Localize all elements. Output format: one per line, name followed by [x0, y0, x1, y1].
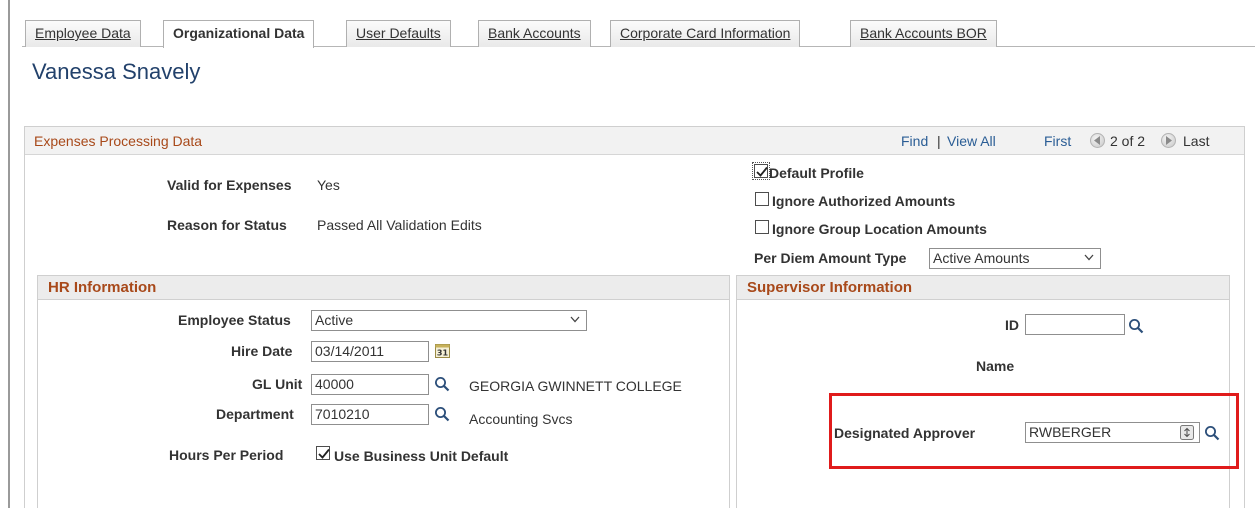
gl-unit-description: GEORGIA GWINNETT COLLEGE — [469, 378, 682, 394]
view-all-link[interactable]: View All — [947, 133, 996, 149]
gl-unit-label: GL Unit — [252, 376, 303, 392]
tab-employee-data[interactable]: Employee Data — [25, 20, 141, 47]
chevron-down-icon — [570, 316, 580, 323]
nav-separator: | — [937, 133, 941, 149]
tab-bank-accounts-bor[interactable]: Bank Accounts BOR — [850, 20, 997, 47]
hire-date-input[interactable]: 03/14/2011 — [311, 341, 429, 362]
hr-information-title: HR Information — [48, 279, 157, 296]
right-arrow-icon — [1166, 136, 1172, 145]
supervisor-id-search-icon[interactable] — [1128, 318, 1144, 334]
department-description: Accounting Svcs — [469, 411, 573, 427]
checkmark-icon — [756, 166, 768, 177]
calendar-icon[interactable]: 31 — [435, 343, 450, 358]
next-row-button[interactable] — [1161, 133, 1176, 148]
valid-for-expenses-label: Valid for Expenses — [167, 177, 292, 193]
tab-user-defaults[interactable]: User Defaults — [346, 20, 451, 47]
tab-bank-accounts[interactable]: Bank Accounts — [478, 20, 591, 47]
section-header: Expenses Processing Data Find | View All… — [25, 127, 1244, 155]
chevron-down-icon — [1084, 254, 1094, 261]
department-input[interactable]: 7010210 — [311, 404, 429, 425]
supervisor-name-label: Name — [976, 358, 1015, 374]
svg-text:31: 31 — [437, 349, 449, 358]
department-search-icon[interactable] — [434, 406, 450, 422]
supervisor-information-title: Supervisor Information — [747, 279, 913, 296]
ignore-authorized-amounts-checkbox[interactable] — [755, 192, 769, 206]
employee-status-value: Active — [315, 312, 354, 328]
hire-date-label: Hire Date — [231, 343, 293, 359]
ignore-authorized-amounts-label: Ignore Authorized Amounts — [772, 193, 956, 209]
employee-status-label: Employee Status — [178, 312, 291, 328]
valid-for-expenses-value: Yes — [317, 177, 340, 193]
supervisor-information-panel: Supervisor Information — [736, 275, 1230, 508]
per-diem-selected-value: Active Amounts — [933, 250, 1030, 266]
highlight-box — [829, 393, 1239, 469]
ignore-group-location-amounts-label: Ignore Group Location Amounts — [772, 221, 987, 237]
window-frame-edge — [8, 0, 10, 508]
reason-for-status-value: Passed All Validation Edits — [317, 217, 482, 233]
employee-status-select[interactable]: Active — [311, 310, 587, 331]
tab-corporate-card-information[interactable]: Corporate Card Information — [610, 20, 801, 47]
section-title: Expenses Processing Data — [34, 133, 203, 149]
previous-row-button[interactable] — [1090, 133, 1105, 148]
gl-unit-input[interactable]: 40000 — [311, 374, 429, 395]
left-arrow-icon — [1094, 136, 1100, 145]
first-link[interactable]: First — [1044, 133, 1071, 149]
department-label: Department — [216, 406, 294, 422]
row-position: 2 of 2 — [1110, 133, 1146, 149]
ignore-group-location-amounts-checkbox[interactable] — [755, 220, 769, 234]
supervisor-information-header: Supervisor Information — [737, 276, 1229, 300]
supervisor-id-input[interactable] — [1025, 314, 1125, 335]
hr-information-header: HR Information — [38, 276, 729, 300]
hours-per-period-label: Hours Per Period — [169, 447, 284, 463]
default-profile-checkbox[interactable] — [752, 162, 770, 180]
tab-organizational-data[interactable]: Organizational Data — [163, 20, 315, 48]
supervisor-id-label: ID — [1005, 317, 1019, 333]
find-link[interactable]: Find — [901, 133, 928, 149]
use-business-unit-default-checkbox[interactable] — [316, 446, 330, 460]
per-diem-amount-type-select[interactable]: Active Amounts — [929, 248, 1101, 269]
per-diem-amount-type-label: Per Diem Amount Type — [754, 250, 907, 266]
page-title: Vanessa Snavely — [32, 59, 201, 84]
checkmark-icon — [318, 448, 330, 459]
reason-for-status-label: Reason for Status — [167, 217, 287, 233]
last-link[interactable]: Last — [1183, 133, 1209, 149]
default-profile-label: Default Profile — [769, 165, 864, 181]
use-business-unit-default-label: Use Business Unit Default — [334, 448, 509, 464]
gl-unit-search-icon[interactable] — [434, 376, 450, 392]
